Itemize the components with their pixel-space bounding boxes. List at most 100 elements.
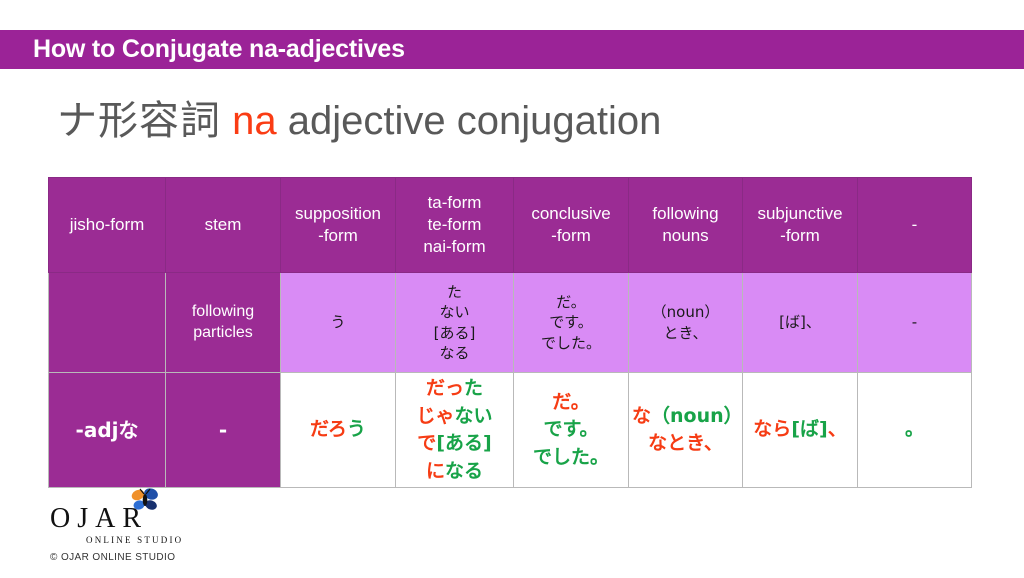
cell-line: te-form [427,215,482,235]
cell-text: following nouns [632,203,739,247]
cell-line: だろう [284,416,392,444]
cell-text: だろう [284,416,392,444]
table-cell-particles-5: （noun） とき、 [628,272,743,373]
table-header-cell-6: subjunctive -form [742,177,858,273]
cell-line: [ば]、 [779,313,821,332]
cell-segment: な [632,404,652,427]
table-header-cell-7: - [857,177,972,273]
cell-segment: だっ [425,377,464,399]
cell-line: なとき、 [632,430,739,458]
table-cell-na-adjective-1: - [165,371,281,489]
cell-text: conclusive -form [517,203,625,247]
cell-line: だ。 [517,389,625,417]
cell-text: たない [ある] なる [399,282,510,363]
table-cell-na-adjective-0: -adjな [48,371,166,489]
table-header-cell-3: ta-form te-form nai-form [395,177,514,273]
cell-segment: な [648,432,668,455]
cell-line: （noun） [651,303,720,322]
cell-line: - [911,215,918,235]
cell-text: 。 [861,416,968,444]
cell-line: following [652,204,719,224]
cell-segment: じゃ [416,404,455,427]
cell-line: [ある] [433,323,476,342]
cell-line: だった [399,375,510,403]
cell-text: [ば]、 [746,312,854,332]
cell-segment: [ば] [791,418,828,441]
cell-text: stem [169,214,277,236]
logo-subtitle: ONLINE STUDIO [86,535,184,545]
table-cell-particles-7: - [857,272,972,373]
cell-segment: なら [753,418,792,441]
cell-line: じゃない [399,403,510,431]
table-cell-na-adjective-6: なら[ば]、 [742,371,858,489]
table-header-row: jisho-form stem supposition -form ta-form te-… [48,177,972,273]
page-title-rest: adjective conjugation [276,99,662,143]
cell-line: ta-form [427,193,482,213]
cell-text: supposition -form [284,203,392,247]
cell-line: -adjな [75,417,139,442]
cell-line: なる [439,343,470,362]
cell-line: 。 [861,416,968,444]
table-header-cell-4: conclusive -form [513,177,629,273]
cell-line: になる [399,458,510,486]
cell-line: -form [318,226,358,245]
logo-copyright: © OJAR ONLINE STUDIO [50,552,176,563]
table-cell-particles-3: たない [ある] なる [395,272,514,373]
cell-line: nouns [662,226,709,245]
cell-line: で[ある] [399,430,510,458]
cell-text: う [284,312,392,332]
cell-line: -form [780,226,820,245]
cell-text: なら[ば]、 [746,416,854,444]
cell-line: following [191,302,255,320]
table-header-cell-1: stem [165,177,281,273]
cell-line: です。 [517,416,625,444]
table-cell-particles-6: [ば]、 [742,272,858,373]
table-cell-particles-4: だ。 です。 でした。 [513,272,629,373]
cell-line: とき、 [663,323,708,342]
cell-text: - [861,214,968,236]
logo-wordmark: OJAR [50,488,158,533]
cell-line: -form [551,226,591,245]
cell-text: だった じゃない で[ある] になる [399,375,510,485]
cell-text: following particles [169,302,277,344]
cell-line: particles [193,323,253,341]
banner-title: How to Conjugate na-adjectives [33,35,405,63]
table-cell-na-adjective-4: だ。 です。 でした。 [513,371,629,489]
cell-line: subjunctive [757,204,843,224]
cell-line: な（noun） [632,403,743,431]
cell-segment: 、 [827,418,847,441]
cell-line: ない [439,303,470,322]
logo: OJAR ONLINE STUDIO © OJAR ONLINE STUDIO [50,488,280,563]
cell-segment: だ。 [552,390,590,413]
cell-line: う [330,313,346,332]
cell-segment: （noun） [651,404,743,427]
table-header-cell-5: following nouns [628,177,743,273]
cell-segment: です。 [543,418,599,441]
cell-text: -adjな [52,416,162,445]
cell-line: supposition [294,204,381,224]
cell-segment: ない [454,404,493,427]
page-title-accent: na [232,99,277,143]
table-cell-na-adjective-2: だろう [280,371,396,489]
table-cell-na-adjective-3: だった じゃない で[ある] になる [395,371,514,489]
cell-text: - [169,416,277,445]
cell-text: だ。 です。 でした。 [517,389,625,472]
cell-segment: でした。 [532,445,609,468]
cell-text: subjunctive -form [746,203,854,247]
butterfly-icon [131,488,158,510]
cell-segment: だろ [310,418,347,441]
conjugation-table: jisho-form stem supposition -form ta-form te-… [48,177,972,489]
table-cell-na-adjective-5: な（noun） なとき、 [628,371,743,489]
cell-line: nai-form [423,236,486,256]
table-row-particles: following particles うたない [ある] なる だ。 です。 でした。 （no… [48,272,972,373]
cell-segment: た [464,377,484,399]
cell-text: - [861,312,968,332]
page-title: ナ形容詞 na adjective conjugation [57,97,661,145]
table-cell-particles-0 [48,272,166,373]
cell-text: だ。 です。 でした。 [517,292,625,353]
cell-line: stem [204,215,242,235]
table-cell-na-adjective-7: 。 [857,371,972,489]
cell-segment: [ある] [436,432,492,455]
cell-segment: 。 [904,418,924,441]
table-header-cell-2: supposition -form [280,177,396,273]
